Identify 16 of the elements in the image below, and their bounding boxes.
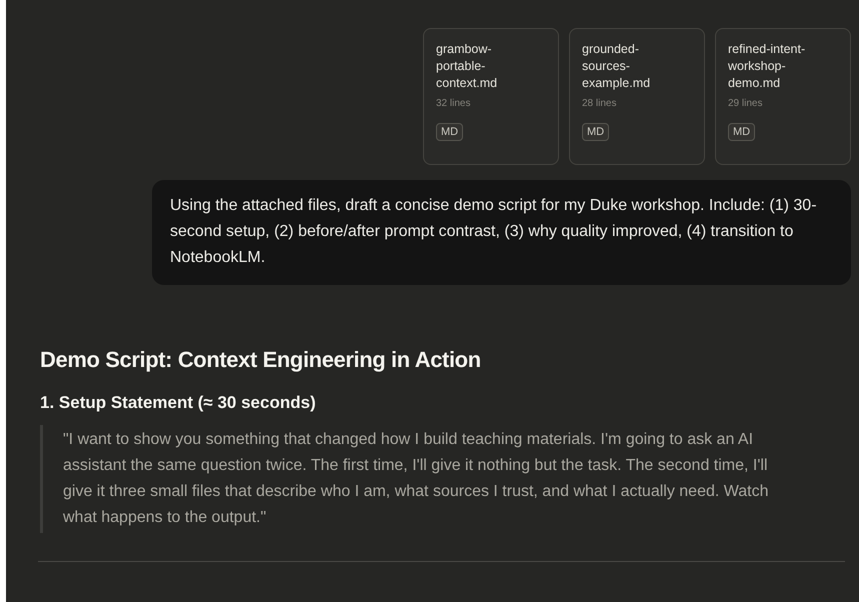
block-quote: "I want to show you something that changed how I build teaching materials. I'm going to ask an AI assistant the same question twice. The first time, I'll give it nothing but the task. The second time, I'll give it three small files that describe who I am, what sources I trust, and what I actually need. Watch what happens to the output." <box>40 425 783 533</box>
file-card[interactable]: grounded-sources-example.md 28 lines MD <box>569 28 705 165</box>
line-count: 28 lines <box>582 98 616 109</box>
line-count: 29 lines <box>728 98 762 109</box>
file-type-badge: MD <box>582 123 610 141</box>
file-type-badge: MD <box>728 123 756 141</box>
file-type-badge: MD <box>436 123 464 141</box>
file-name: refined-intent-workshop-demo.md <box>728 41 806 92</box>
user-message: Using the attached files, draft a concise demo script for my Duke workshop. Include: (1) 30-second setup, (2) before/after prompt contrast, (3) why quality improved, (4) transition to NotebookLM. <box>152 180 851 285</box>
file-card[interactable]: refined-intent-workshop-demo.md 29 lines MD <box>715 28 851 165</box>
response-title: Demo Script: Context Engineering in Action <box>40 347 482 373</box>
line-count: 32 lines <box>436 98 470 109</box>
file-card[interactable]: grambow-portable-context.md 32 lines MD <box>423 28 559 165</box>
section-heading: 1. Setup Statement (≈ 30 seconds) <box>40 393 317 413</box>
file-name: grounded-sources-example.md <box>582 41 652 92</box>
file-name: grambow-portable-context.md <box>436 41 498 92</box>
